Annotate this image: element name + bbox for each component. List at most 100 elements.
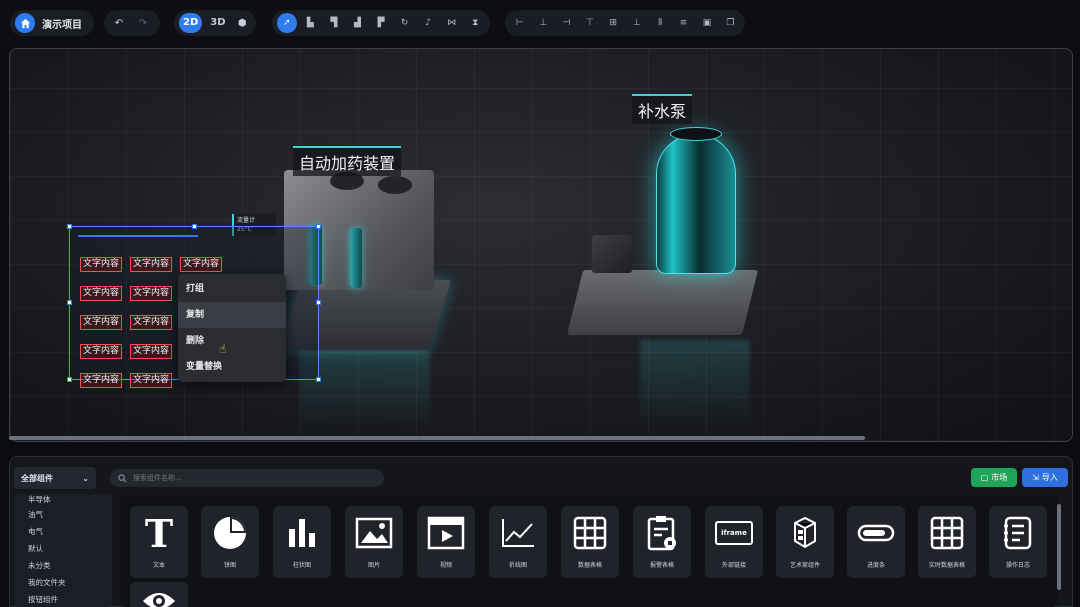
tools-pill: ➚ ▙ ▜ ▟ ▛ ↻ ♪ ⋈ ⧗ — [272, 10, 490, 36]
redo-icon[interactable]: ↷ — [133, 13, 153, 33]
component-tile-datatable[interactable]: 数据表格 — [561, 506, 619, 578]
resize-handle-tl[interactable] — [67, 224, 72, 229]
dosing-device-label[interactable]: 自动加药装置 — [293, 146, 402, 176]
component-tile-iframe[interactable]: iframe 外部链接 — [705, 506, 763, 578]
category-item[interactable]: 电气 — [14, 523, 112, 540]
viewport-scrollbar[interactable] — [9, 436, 865, 440]
resize-handle-bl[interactable] — [67, 377, 72, 382]
component-grid-scrollbar[interactable] — [1057, 504, 1061, 590]
component-tile-eye[interactable] — [130, 582, 188, 607]
tool-3-icon[interactable]: ▟ — [348, 13, 368, 33]
align-bottom-icon[interactable]: ⊥ — [627, 13, 646, 33]
component-tile-log[interactable]: 操作日志 — [989, 506, 1047, 578]
table-cell[interactable]: 文字内容 — [130, 315, 173, 330]
pump-motor[interactable] — [592, 235, 632, 273]
view-mode-pill: 2D 3D ⬢ — [174, 10, 256, 36]
component-tile-image[interactable]: 图片 — [345, 506, 403, 578]
pump-skid-base[interactable] — [566, 270, 759, 335]
tool-6-icon[interactable]: ♪ — [418, 13, 438, 33]
component-tile-alarmtable[interactable]: 报警表格 — [633, 506, 691, 578]
component-search[interactable] — [110, 469, 384, 487]
market-button-label: 市场 — [991, 473, 1008, 482]
tool-2-icon[interactable]: ▜ — [324, 13, 344, 33]
group-icon[interactable]: ▣ — [697, 13, 716, 33]
market-button[interactable]: ▢ 市场 — [971, 468, 1017, 487]
menu-item-group[interactable]: 打组 — [178, 276, 286, 302]
table-icon — [570, 513, 610, 553]
component-label: 文本 — [152, 562, 165, 569]
resize-handle-r[interactable] — [316, 300, 321, 305]
component-tile-realtimetable[interactable]: 实时数据表格 — [918, 506, 976, 578]
table-cell[interactable]: 文字内容 — [80, 315, 123, 330]
import-icon: ⇲ — [1032, 473, 1039, 482]
tool-5-icon[interactable]: ↻ — [395, 13, 415, 33]
tool-7-icon[interactable]: ⋈ — [442, 13, 462, 33]
layer-icon[interactable]: ❐ — [721, 13, 740, 33]
floor-reflection — [640, 340, 750, 430]
component-tile-progress[interactable]: 进度条 — [847, 506, 905, 578]
category-item[interactable]: 默认 — [14, 540, 112, 557]
category-item[interactable]: 半导体 — [14, 494, 112, 506]
image-icon — [354, 513, 394, 553]
table-cell[interactable]: 文字内容 — [130, 344, 173, 359]
component-tile-artist[interactable]: 艺术家组件 — [776, 506, 834, 578]
tool-8-icon[interactable]: ⧗ — [466, 13, 486, 33]
alarm-table-icon — [642, 513, 682, 553]
category-item[interactable]: 油气 — [14, 506, 112, 523]
table-row: 文字内容 文字内容 文字内容 — [80, 257, 283, 272]
project-name[interactable]: 演示项目 — [39, 16, 88, 31]
resize-handle-tr[interactable] — [316, 224, 321, 229]
component-label: 柱状图 — [292, 562, 311, 569]
align-middle-icon[interactable]: ⊞ — [604, 13, 623, 33]
category-select[interactable]: 全部组件 ⌄ — [14, 467, 96, 489]
tool-4-icon[interactable]: ▛ — [371, 13, 391, 33]
component-tile-bar[interactable]: 柱状图 — [273, 506, 331, 578]
view-3d-button[interactable]: 3D — [206, 13, 229, 33]
category-item[interactable]: 我的文件夹 — [14, 574, 112, 591]
component-tile-text[interactable]: T 文本 — [130, 506, 188, 578]
resize-handle-l[interactable] — [67, 300, 72, 305]
menu-item-variable-replace[interactable]: 变量替换 — [178, 354, 286, 380]
table-cell[interactable]: 文字内容 — [130, 373, 173, 388]
view-2d-button[interactable]: 2D — [179, 13, 203, 33]
table-cell[interactable]: 文字内容 — [80, 286, 123, 301]
home-icon[interactable] — [15, 13, 35, 33]
iframe-icon: iframe — [714, 513, 754, 553]
import-button[interactable]: ⇲ 导入 — [1022, 468, 1068, 487]
dosing-device-hole — [378, 176, 412, 194]
align-left-icon[interactable]: ⊢ — [510, 13, 529, 33]
align-top-icon[interactable]: ⊤ — [580, 13, 599, 33]
table-cell[interactable]: 文字内容 — [80, 344, 123, 359]
category-item[interactable]: 按钮组件 — [14, 591, 112, 607]
history-pill: ↶ ↷ — [104, 10, 160, 36]
table-cell[interactable]: 文字内容 — [130, 286, 173, 301]
table-cell[interactable]: 文字内容 — [80, 373, 123, 388]
align-center-icon[interactable]: ⊥ — [533, 13, 552, 33]
search-icon — [118, 473, 127, 482]
water-tank[interactable] — [656, 134, 736, 274]
table-cell[interactable]: 文字内容 — [130, 257, 173, 272]
text-icon: T — [144, 510, 174, 556]
menu-item-delete[interactable]: 删除 — [178, 328, 286, 354]
undo-icon[interactable]: ↶ — [109, 13, 129, 33]
component-tile-pie[interactable]: 饼图 — [201, 506, 259, 578]
align-right-icon[interactable]: ⊣ — [557, 13, 576, 33]
component-label: 饼图 — [223, 562, 236, 569]
resize-handle-t[interactable] — [192, 224, 197, 229]
cube-icon[interactable]: ⬢ — [234, 13, 251, 33]
pump-label[interactable]: 补水泵 — [632, 94, 693, 124]
table-cell[interactable]: 文字内容 — [80, 257, 123, 272]
pointer-icon[interactable]: ➚ — [277, 13, 297, 33]
component-tile-line[interactable]: 折线图 — [489, 506, 547, 578]
component-label: 报警表格 — [649, 562, 674, 569]
distribute-v-icon[interactable]: ≡ — [674, 13, 693, 33]
menu-item-copy[interactable]: 复制 — [178, 302, 286, 328]
table-cell[interactable]: 文字内容 — [180, 257, 223, 272]
tool-1-icon[interactable]: ▙ — [301, 13, 321, 33]
bar-chart-icon — [282, 513, 322, 553]
search-input[interactable] — [133, 474, 373, 482]
component-tile-video[interactable]: 视频 — [417, 506, 475, 578]
category-item[interactable]: 未分类 — [14, 557, 112, 574]
distribute-h-icon[interactable]: ⫴ — [650, 13, 669, 33]
resize-handle-br[interactable] — [316, 377, 321, 382]
